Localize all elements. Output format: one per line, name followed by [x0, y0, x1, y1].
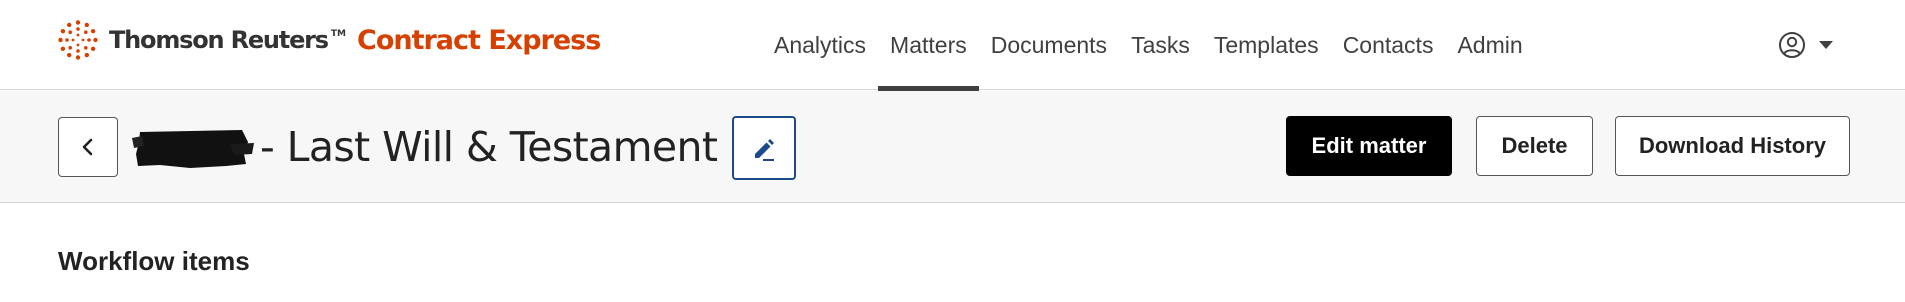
nav-item-contacts[interactable]: Contacts: [1331, 0, 1446, 90]
download-history-button[interactable]: Download History: [1615, 116, 1850, 176]
matter-title-text: - Last Will & Testament: [260, 123, 718, 171]
nav-item-matters[interactable]: Matters: [878, 0, 979, 91]
nav-item-tasks[interactable]: Tasks: [1119, 0, 1202, 90]
thomson-reuters-logo-icon: [58, 20, 98, 60]
main-nav: Analytics Matters Documents Tasks Templa…: [762, 0, 1535, 91]
workflow-items-heading: Workflow items: [58, 246, 250, 276]
nav-item-analytics[interactable]: Analytics: [762, 0, 878, 90]
brand-product-name: Contract Express: [357, 24, 601, 56]
nav-item-documents[interactable]: Documents: [979, 0, 1119, 90]
user-menu-button[interactable]: [1778, 28, 1834, 62]
back-button[interactable]: [58, 117, 118, 177]
nav-item-admin[interactable]: Admin: [1445, 0, 1534, 90]
chevron-left-icon: [82, 138, 93, 156]
top-navigation-bar: Thomson Reuters TM Contract Express Anal…: [0, 0, 1905, 91]
matter-header: - Last Will & Testament Edit matter Dele…: [0, 91, 1905, 203]
edit-title-button[interactable]: [732, 116, 796, 180]
delete-button[interactable]: Delete: [1476, 116, 1593, 176]
user-circle-icon: [1779, 32, 1805, 58]
matter-title: - Last Will & Testament: [130, 117, 718, 177]
trademark-mark: TM: [330, 29, 346, 39]
pencil-icon: [755, 139, 774, 161]
thomson-reuters-logo[interactable]: Thomson Reuters TM Contract Express: [58, 20, 601, 60]
edit-matter-button[interactable]: Edit matter: [1286, 116, 1452, 176]
redacted-client-name: [132, 130, 254, 168]
nav-item-templates[interactable]: Templates: [1202, 0, 1331, 90]
brand-company-name: Thomson Reuters: [109, 26, 329, 54]
caret-down-icon: [1819, 41, 1833, 49]
